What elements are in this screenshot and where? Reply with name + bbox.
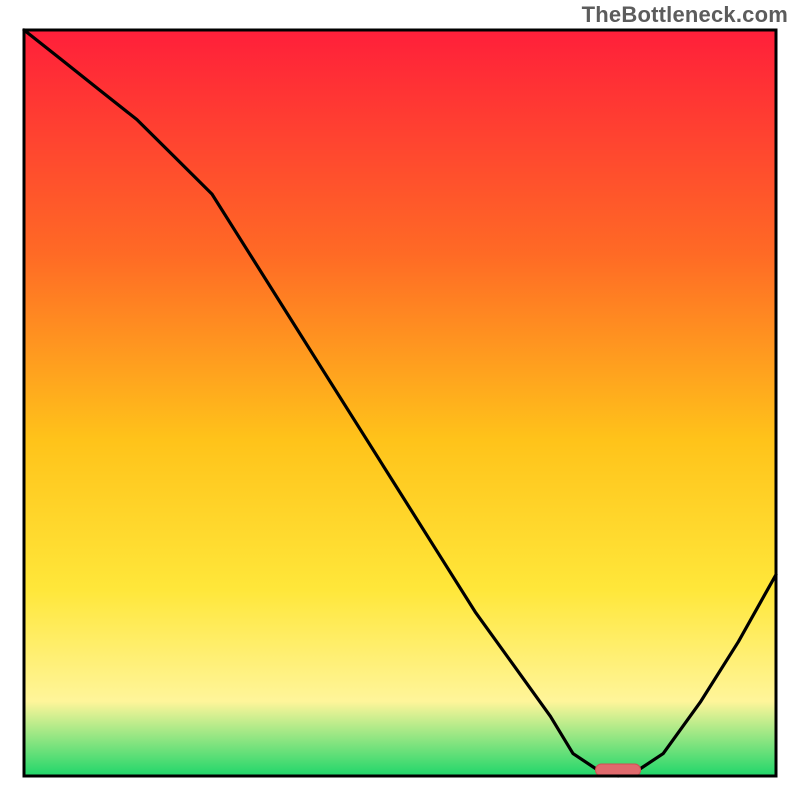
bottleneck-chart bbox=[0, 0, 800, 800]
chart-container: { "watermark": "TheBottleneck.com", "col… bbox=[0, 0, 800, 800]
plot-background bbox=[24, 30, 776, 776]
optimal-marker bbox=[596, 764, 641, 776]
watermark-text: TheBottleneck.com bbox=[582, 2, 788, 28]
